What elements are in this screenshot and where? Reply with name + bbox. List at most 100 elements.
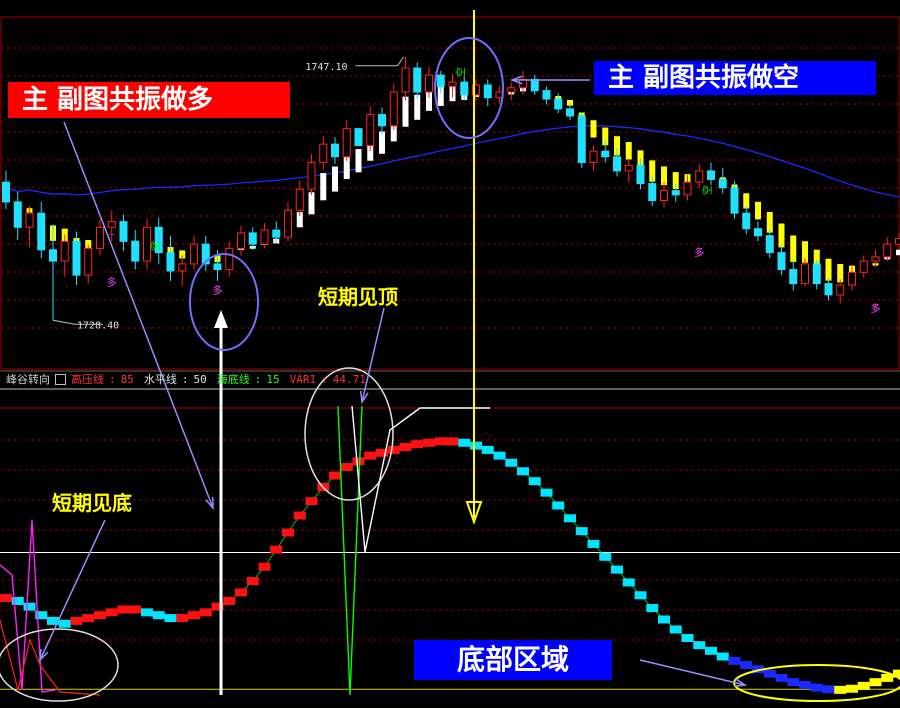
oscillator-block [200,608,212,616]
ma-layer [6,126,899,197]
oscillator-block [294,511,306,519]
oscillator-block [846,685,858,693]
candle-body [719,179,726,187]
oscillator-block [306,497,318,505]
oscillator-block [388,446,400,454]
oscillator-block [588,540,600,548]
oscillator-block [259,563,271,571]
oscillator-block [635,591,647,599]
buy-marker: 多 [694,246,704,259]
oscillator-block [787,678,799,686]
indicator-name: 峰谷转向 [6,373,50,386]
candle-body [696,171,703,182]
candle-body [214,264,221,270]
oscillator-block [552,501,564,509]
candle-body [590,151,597,162]
oscillator-block [364,452,376,460]
param-high: 高压线:85 [71,373,139,386]
candle-body [61,241,68,261]
param-var1: VAR1:44.71 [290,373,371,386]
candle-body [896,239,900,245]
oscillator-block [764,670,776,678]
low-price-label: 1728.40 [77,320,119,331]
candle-body [50,250,57,261]
oscillator-block [188,611,200,619]
candle-body [708,171,715,179]
candle-body [602,151,609,157]
candle-body [614,157,621,171]
magenta-spike-line [0,520,55,692]
candle-body [73,241,80,275]
candle-body [731,188,738,213]
oscillator-block [106,608,118,616]
oscillator-block [458,439,470,447]
sell-marker: 空 [701,185,714,195]
candle-body [778,253,785,270]
oscillator-block [82,614,94,622]
short-signal-circle [435,38,503,138]
candle-body [273,230,280,237]
oscillator-block [505,459,517,467]
oscillator-block [482,446,494,454]
oscillator-block [423,439,435,447]
candle-body [355,129,362,146]
oscillator-block [646,604,658,612]
oscillator-block [341,463,353,471]
candle-body [426,75,433,92]
candle-body [813,264,820,284]
candle-body [296,189,303,210]
candle-body [837,285,844,295]
candle-body [461,82,468,95]
candle-body [97,227,104,248]
oscillator-block [494,452,506,460]
candle-body [637,165,644,183]
oscillator-block [811,684,823,692]
oscillator-block [24,603,36,611]
candle-body [508,88,515,92]
candle-body [743,213,750,229]
candle-body [132,241,139,261]
oscillator-block [576,527,588,535]
candle-body [144,227,151,261]
oscillator-block [682,634,694,642]
candle-body [860,261,867,272]
candle-body [484,85,491,98]
oscillator-block [623,578,635,586]
long-signal-circle [190,254,258,350]
oscillator-block [270,546,282,554]
oscillator-block [599,553,611,561]
candle-body [449,82,456,86]
short-signal-label: 主 副图共振做空 [594,61,876,95]
oscillator-block [94,611,106,619]
long-signal-label: 主 副图共振做多 [8,82,290,118]
candle-body [379,115,386,126]
candle-body [672,191,679,195]
oscillator-block [541,489,553,497]
candle-body [649,184,656,201]
candle-body [332,144,339,157]
oscillator-block [611,566,623,574]
oscillator-block [235,588,247,596]
candle-body [343,129,350,157]
chart-stage: 多多多多空空空 1747.101728.40 峰谷转向高压线:85水平线:50海… [0,0,900,704]
candle-body [684,182,691,195]
sell-marker: 空 [149,241,162,251]
oscillator-block [470,442,482,450]
oscillator-block [529,477,541,485]
oscillator-block [59,620,71,628]
oscillator-block [823,685,835,693]
oscillator-block [834,686,846,694]
candle-body [578,116,585,163]
candle-body [191,244,198,264]
oscillator-block [670,625,682,633]
oscillator-block [564,514,576,522]
candle-body [884,244,891,257]
long-arrow-head [214,310,228,328]
candle-body [120,222,127,242]
oscillator-block [118,606,130,614]
candle-body [3,182,10,202]
candle-body [531,79,538,90]
candle-body [26,213,33,227]
buy-marker: 多 [871,302,881,315]
collapse-box-icon[interactable] [55,374,66,385]
